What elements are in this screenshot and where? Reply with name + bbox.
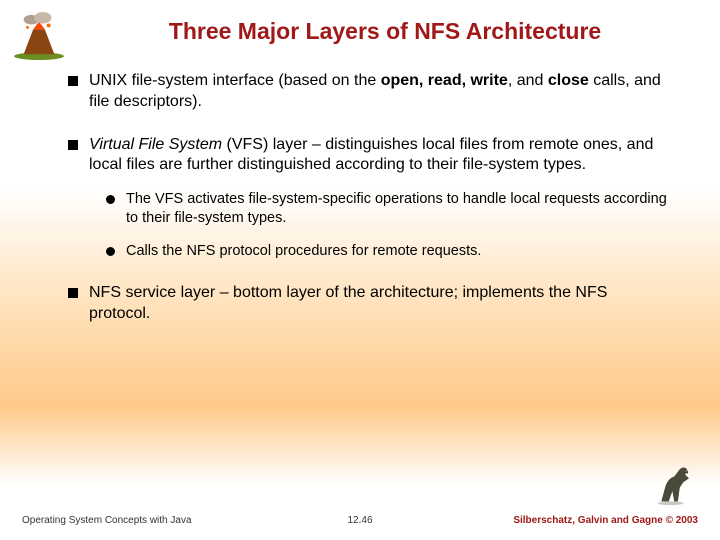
bullet-unix-layer: UNIX file-system interface (based on the… — [68, 71, 672, 113]
bullet-text: Calls the NFS protocol procedures for re… — [126, 242, 481, 261]
volcano-icon — [10, 12, 68, 60]
bullet-vfs-layer: Virtual File System (VFS) layer – distin… — [68, 135, 672, 177]
disc-bullet-icon — [106, 247, 115, 256]
bullet-text: The VFS activates file-system-specific o… — [126, 190, 672, 228]
square-bullet-icon — [68, 288, 78, 298]
bullet-nfs-service-layer: NFS service layer – bottom layer of the … — [68, 283, 672, 325]
square-bullet-icon — [68, 76, 78, 86]
disc-bullet-icon — [106, 195, 115, 204]
slide-title: Three Major Layers of NFS Architecture — [90, 18, 680, 45]
bullet-text: UNIX file-system interface (based on the… — [89, 71, 672, 113]
footer-page-number: 12.46 — [347, 515, 372, 526]
slide: Three Major Layers of NFS Architecture U… — [0, 0, 720, 540]
footer: Operating System Concepts with Java 12.4… — [0, 515, 720, 526]
sub-bullet-vfs-local: The VFS activates file-system-specific o… — [106, 190, 672, 228]
content-area: UNIX file-system interface (based on the… — [40, 71, 680, 324]
dinosaur-icon — [654, 460, 700, 506]
bullet-text: Virtual File System (VFS) layer – distin… — [89, 135, 672, 177]
bullet-text: NFS service layer – bottom layer of the … — [89, 283, 672, 325]
footer-book-title: Operating System Concepts with Java — [22, 515, 192, 526]
sub-bullet-vfs-remote: Calls the NFS protocol procedures for re… — [106, 242, 672, 261]
square-bullet-icon — [68, 140, 78, 150]
footer-authors: Silberschatz, Galvin and Gagne © 2003 — [513, 515, 698, 526]
